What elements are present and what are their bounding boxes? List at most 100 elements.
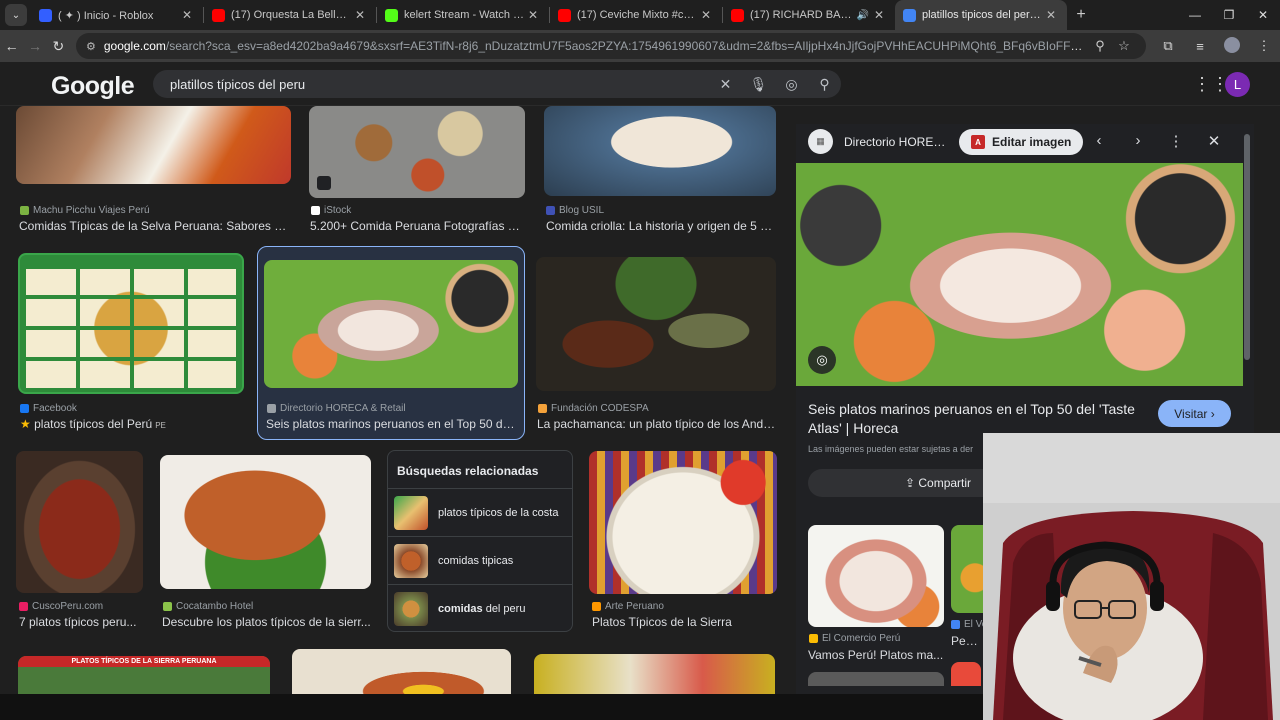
more-options-icon[interactable]: ⋮: [1166, 132, 1186, 150]
result-title[interactable]: Platos Típicos de la Sierra: [592, 615, 777, 629]
panel-source[interactable]: ▦ Directorio HORECA...: [808, 129, 948, 154]
result-image[interactable]: [951, 662, 981, 686]
result-source[interactable]: Arte Peruano: [592, 601, 664, 612]
result-title[interactable]: Comida criolla: La historia y origen de …: [546, 219, 776, 233]
result-source[interactable]: Directorio HORECA & Retail: [267, 403, 406, 414]
account-avatar[interactable]: L: [1225, 72, 1250, 97]
preview-image[interactable]: ◎: [796, 163, 1243, 386]
google-logo[interactable]: Google: [51, 72, 135, 101]
result-source[interactable]: CuscoPeru.com: [19, 601, 103, 612]
previous-icon[interactable]: ‹: [1089, 132, 1109, 149]
close-tab-icon[interactable]: ✕: [352, 8, 368, 22]
search-input[interactable]: platillos típicos del peru: [170, 77, 709, 92]
new-tab-button[interactable]: +: [1067, 6, 1095, 24]
result-image[interactable]: [808, 672, 944, 686]
result-title[interactable]: Vamos Perú! Platos ma...: [808, 648, 944, 662]
edit-image-button[interactable]: A Editar imagen: [959, 129, 1084, 155]
audio-playing-icon[interactable]: 🔊: [857, 10, 869, 21]
tab-search-button[interactable]: ⌄: [5, 4, 27, 26]
result-title[interactable]: Pesca: [951, 634, 981, 648]
result-title[interactable]: ★ platos típicos del Perú PE: [20, 417, 244, 431]
close-tab-icon[interactable]: ✕: [698, 8, 714, 22]
panel-source-name: Directorio HORECA...: [844, 134, 948, 149]
related-heading: Búsquedas relacionadas: [397, 464, 539, 478]
next-icon[interactable]: ›: [1128, 132, 1148, 149]
result-title[interactable]: Comidas Típicas de la Selva Peruana: Sab…: [19, 219, 291, 233]
result-image[interactable]: [292, 649, 511, 694]
result-image[interactable]: [309, 106, 525, 198]
close-tab-icon[interactable]: ✕: [1043, 8, 1059, 22]
clear-icon[interactable]: ✕: [709, 76, 742, 93]
result-source[interactable]: Blog USIL: [546, 205, 604, 216]
bookmark-star-icon[interactable]: ☆: [1112, 38, 1136, 54]
close-window-icon[interactable]: ✕: [1246, 8, 1280, 22]
close-tab-icon[interactable]: ✕: [525, 8, 541, 22]
profile-icon[interactable]: [1216, 36, 1248, 56]
browser-tab[interactable]: platillos tipicos del peru - Busc...✕: [895, 0, 1067, 30]
result-title[interactable]: Seis platos marinos peruanos en el Top 5…: [266, 417, 516, 431]
restore-icon[interactable]: ❐: [1212, 8, 1246, 22]
visual-search-icon[interactable]: ◎: [808, 346, 836, 374]
source-logo-icon: ▦: [808, 129, 833, 154]
result-image[interactable]: [16, 451, 143, 593]
browser-tab[interactable]: (17) Ceviche Mixto #ceviche #re...✕: [550, 0, 722, 30]
microphone-icon[interactable]: 🎙: [742, 76, 775, 93]
minimize-icon[interactable]: —: [1178, 8, 1212, 22]
site-info-icon[interactable]: ⚙: [86, 40, 96, 53]
lens-icon[interactable]: ◎: [775, 76, 808, 93]
banner-label: PLATOS TÍPICOS DE LA SIERRA PERUANA: [18, 656, 270, 667]
related-item[interactable]: comidas tipicas: [388, 536, 572, 584]
close-tab-icon[interactable]: ✕: [871, 8, 887, 22]
result-image[interactable]: [534, 654, 775, 694]
address-bar[interactable]: ⚙ google.com/search?sca_esv=a8ed4202ba9a…: [75, 33, 1146, 59]
browser-tab[interactable]: (17) Orquesta La Bella Luz - Co...✕: [204, 0, 376, 30]
browser-tab[interactable]: kelert Stream - Watch Live on K...✕: [377, 0, 549, 30]
result-source[interactable]: El Vo: [951, 619, 987, 630]
result-image[interactable]: PLATOS TÍPICOS DE LA SIERRA PERUANA: [18, 656, 270, 694]
similar-image[interactable]: [808, 525, 944, 627]
reload-icon[interactable]: ↻: [47, 38, 70, 55]
image-badge-icon: [317, 176, 331, 190]
browser-tab[interactable]: (17) RICHARD BARRANTES🔊✕: [723, 0, 895, 30]
back-icon[interactable]: ←: [0, 38, 23, 54]
related-thumbnail: [394, 495, 428, 530]
country-badge: PE: [155, 421, 166, 430]
visit-button[interactable]: Visitar ›: [1158, 400, 1231, 427]
result-image[interactable]: [589, 451, 777, 594]
tab-title: (17) RICHARD BARRANTES: [750, 9, 857, 21]
result-image[interactable]: [264, 260, 518, 388]
result-title[interactable]: 5.200+ Comida Peruana Fotografías de...: [310, 219, 525, 233]
panel-scrollbar[interactable]: [1244, 134, 1250, 360]
close-panel-icon[interactable]: ✕: [1204, 132, 1224, 150]
search-icon[interactable]: ⚲: [808, 76, 841, 93]
media-controls-icon[interactable]: ≡: [1184, 39, 1216, 54]
extensions-icon[interactable]: ⧉: [1152, 38, 1184, 54]
search-box[interactable]: platillos típicos del peru ✕ 🎙 ◎ ⚲: [153, 70, 841, 98]
related-thumbnail: [394, 591, 428, 626]
result-title[interactable]: La pachamanca: un plato típico de los An…: [537, 417, 777, 431]
result-image[interactable]: [18, 253, 244, 394]
bottom-bar: [0, 694, 983, 720]
zoom-icon[interactable]: ⚲: [1088, 38, 1112, 54]
result-image[interactable]: [544, 106, 776, 196]
result-title[interactable]: 7 platos típicos peru...: [19, 615, 143, 629]
tab-title: kelert Stream - Watch Live on K...: [404, 9, 525, 21]
result-source[interactable]: Facebook: [20, 403, 77, 414]
forward-icon[interactable]: →: [23, 38, 46, 54]
star-icon: ★: [20, 417, 31, 431]
result-title[interactable]: Descubre los platos típicos de la sierr.…: [162, 615, 371, 629]
menu-icon[interactable]: ⋮: [1248, 38, 1280, 54]
result-image[interactable]: [160, 455, 371, 589]
browser-tab[interactable]: ( ✦ ) Inicio - Roblox ✕: [31, 0, 203, 30]
close-tab-icon[interactable]: ✕: [179, 8, 195, 22]
result-source[interactable]: Fundación CODESPA: [538, 403, 649, 414]
result-source[interactable]: iStock: [311, 205, 351, 216]
result-image[interactable]: [16, 106, 291, 184]
related-item[interactable]: comidas del peru: [388, 584, 572, 632]
result-source[interactable]: Machu Picchu Viajes Perú: [20, 205, 150, 216]
related-item[interactable]: platos típicos de la costa: [388, 488, 572, 536]
result-source[interactable]: El Comercio Perú: [809, 633, 900, 644]
result-image[interactable]: [536, 257, 776, 391]
result-source[interactable]: Cocatambo Hotel: [163, 601, 253, 612]
youtube-icon: [558, 8, 571, 22]
